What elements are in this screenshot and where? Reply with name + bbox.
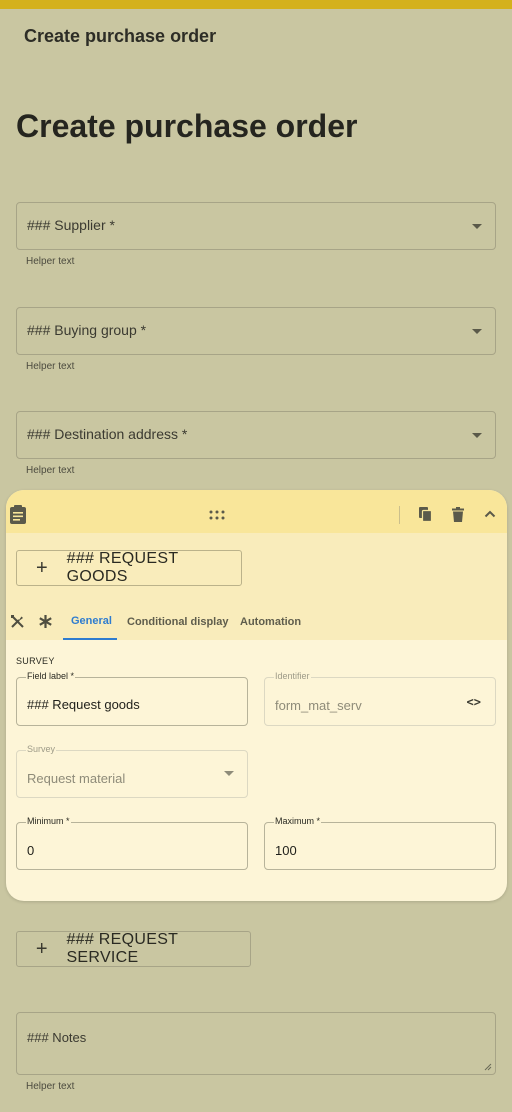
panel-actions-area: + ### REQUEST GOODS General Conditional … <box>6 533 507 640</box>
page-title: Create purchase order <box>16 108 358 144</box>
app-title: Create purchase order <box>24 26 217 46</box>
maximum-caption: Maximum * <box>274 816 322 826</box>
request-service-label: ### REQUEST SERVICE <box>66 931 178 966</box>
field-label-caption: Field label * <box>26 671 76 681</box>
tab-conditional-display[interactable]: Conditional display <box>127 616 228 628</box>
copy-icon[interactable] <box>419 507 432 522</box>
identifier-value: form_mat_serv <box>275 698 362 713</box>
toolbar-divider <box>399 506 400 524</box>
identifier-input: Identifier form_mat_serv <> <box>264 671 496 726</box>
maximum-input[interactable]: Maximum * 100 <box>264 816 496 870</box>
asterisk-icon[interactable] <box>38 614 53 629</box>
plus-icon: + <box>35 937 48 960</box>
chevron-down-icon <box>472 329 482 334</box>
buying-group-helper-text: Helper text <box>26 361 75 372</box>
tab-general[interactable]: General <box>71 615 112 627</box>
notes-textarea[interactable]: ### Notes <box>16 1012 496 1075</box>
resize-handle-icon[interactable] <box>484 1063 492 1071</box>
code-icon[interactable]: <> <box>467 695 481 709</box>
request-service-button[interactable]: + ### REQUEST SERVICE <box>16 931 251 967</box>
tools-icon[interactable] <box>10 614 25 629</box>
survey-value: Request material <box>27 771 126 786</box>
identifier-caption: Identifier <box>274 671 311 681</box>
section-title: SURVEY <box>16 656 55 666</box>
chevron-down-icon <box>472 224 482 229</box>
notes-label: ### Notes <box>27 1030 87 1045</box>
request-goods-button[interactable]: + ### REQUEST GOODS <box>16 550 242 586</box>
plus-icon: + <box>35 556 48 579</box>
chevron-up-icon[interactable] <box>484 510 496 518</box>
supplier-helper-text: Helper text <box>26 256 75 267</box>
minimum-value: 0 <box>27 843 35 858</box>
field-editor-panel: + ### REQUEST GOODS General Conditional … <box>6 490 507 901</box>
field-label-input[interactable]: Field label * ### Request goods <box>16 671 248 726</box>
panel-toolbar <box>6 490 507 533</box>
destination-address-select[interactable]: ### Destination address * <box>16 411 496 459</box>
minimum-input[interactable]: Minimum * 0 <box>16 816 248 870</box>
minimum-caption: Minimum * <box>26 816 71 826</box>
drag-handle-icon[interactable] <box>208 510 226 520</box>
buying-group-select[interactable]: ### Buying group * <box>16 307 496 355</box>
destination-address-label: ### Destination address * <box>27 426 188 442</box>
chevron-down-icon <box>472 433 482 438</box>
survey-select: Survey Request material <box>16 744 248 798</box>
maximum-value: 100 <box>275 843 297 858</box>
field-label-value: ### Request goods <box>27 697 140 712</box>
clipboard-icon <box>10 505 26 524</box>
buying-group-label: ### Buying group * <box>27 322 147 338</box>
destination-helper-text: Helper text <box>26 465 75 476</box>
supplier-label: ### Supplier * <box>27 217 115 233</box>
top-accent-bar <box>0 0 512 9</box>
active-tab-indicator <box>63 638 117 640</box>
survey-caption: Survey <box>26 744 57 754</box>
supplier-select[interactable]: ### Supplier * <box>16 202 496 250</box>
chevron-down-icon <box>224 771 234 776</box>
request-goods-label: ### REQUEST GOODS <box>66 550 179 585</box>
tab-automation[interactable]: Automation <box>240 616 301 628</box>
delete-icon[interactable] <box>452 507 464 522</box>
notes-helper-text: Helper text <box>26 1081 75 1092</box>
